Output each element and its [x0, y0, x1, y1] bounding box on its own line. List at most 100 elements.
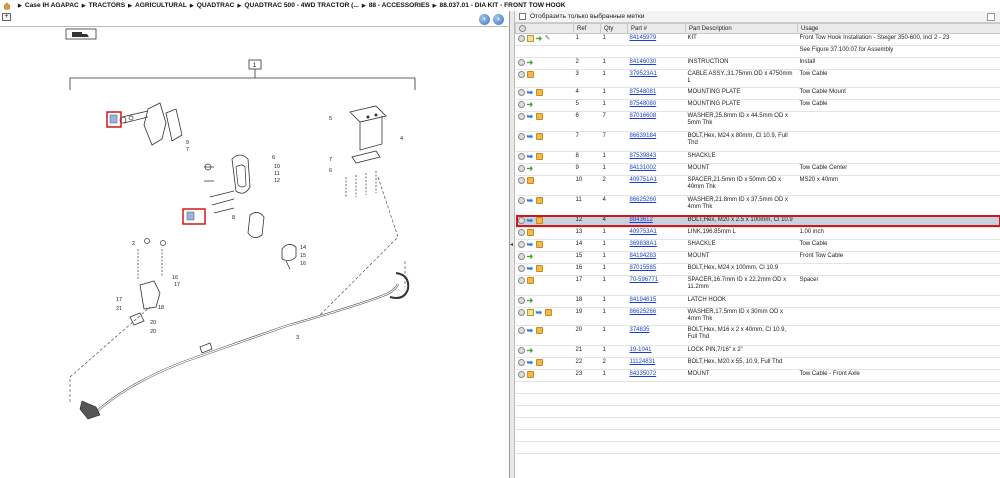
- gear-icon[interactable]: [517, 308, 525, 316]
- gear-icon[interactable]: [517, 228, 525, 236]
- table-row[interactable]: ➥ 12 4 8843612 BOLT,Hex, M20 x 2.5 x 100mm, …: [515, 215, 1000, 228]
- blue-arrow-icon[interactable]: ➥: [527, 132, 534, 140]
- part-number-link[interactable]: 86639184: [630, 133, 657, 139]
- breadcrumb-item[interactable]: Case IH AGAPAC: [25, 2, 79, 9]
- table-row[interactable]: ➜ 18 1 84194615 LATCH HOOK: [515, 295, 1000, 308]
- gear-icon[interactable]: [517, 370, 525, 378]
- table-row[interactable]: ➥ 14 1 369838A1 SHACKLE Tow Cable: [515, 239, 1000, 252]
- part-number-link[interactable]: 84335072: [630, 371, 657, 377]
- gear-icon[interactable]: [517, 276, 525, 284]
- gear-icon[interactable]: [517, 132, 525, 140]
- gear-icon[interactable]: [517, 88, 525, 96]
- part-number-link[interactable]: 87016608: [630, 113, 657, 119]
- gear-icon[interactable]: [517, 346, 525, 354]
- previous-page-icon[interactable]: ‹: [479, 14, 490, 25]
- breadcrumb-item[interactable]: QUADTRAC: [197, 2, 235, 9]
- box-icon[interactable]: [535, 216, 543, 224]
- gear-icon[interactable]: [517, 59, 525, 66]
- table-row[interactable]: 17 1 70-596771 SPACER,16.7mm ID x 22.2mm OD…: [515, 275, 1000, 296]
- part-number-link[interactable]: 84146030: [630, 59, 657, 65]
- grid-options-icon[interactable]: [987, 13, 995, 21]
- table-row[interactable]: ➥ 6 7 87016608 WASHER,25.8mm ID x 44.5mm OD …: [515, 111, 1000, 132]
- gear-icon[interactable]: [517, 252, 525, 260]
- blue-arrow-icon[interactable]: ➥: [527, 112, 534, 120]
- box-icon[interactable]: [535, 152, 543, 160]
- arrow-icon[interactable]: ➜: [527, 296, 534, 304]
- table-row[interactable]: ➜ 2 1 84146030 INSTRUCTION Install: [515, 57, 1000, 70]
- part-number-link[interactable]: 374835: [630, 327, 650, 333]
- header-part-description[interactable]: Part Description: [685, 23, 798, 34]
- blue-arrow-icon[interactable]: ➥: [527, 196, 534, 204]
- box-icon[interactable]: [526, 370, 534, 378]
- breadcrumb-item[interactable]: 88.037.01 - DIA KIT - FRONT TOW HOOK: [440, 2, 566, 9]
- gear-icon[interactable]: [517, 358, 525, 366]
- blue-arrow-icon[interactable]: ➥: [527, 88, 534, 96]
- breadcrumb-item[interactable]: AGRICULTURAL: [135, 2, 187, 9]
- box-icon[interactable]: [535, 240, 543, 248]
- part-number-link[interactable]: 84194283: [630, 253, 657, 259]
- table-row[interactable]: ➥ 11 4 86625260 WASHER,21.8mm ID x 37.5mm OD…: [515, 195, 1000, 216]
- box-icon[interactable]: [526, 276, 534, 284]
- gear-icon[interactable]: [517, 112, 525, 120]
- part-number-link[interactable]: 369838A1: [630, 241, 657, 247]
- part-number-link[interactable]: 87548081: [630, 89, 657, 95]
- table-row[interactable]: ➥ 19 1 86625266 WASHER,17.5mm ID x 30mm OD x…: [515, 307, 1000, 326]
- home-icon[interactable]: [3, 1, 11, 10]
- header-qty[interactable]: Qty: [600, 23, 628, 34]
- gear-icon[interactable]: [517, 71, 525, 78]
- box-icon[interactable]: [535, 326, 543, 334]
- gear-icon[interactable]: [517, 176, 525, 184]
- box-icon[interactable]: [526, 228, 534, 236]
- gear-icon[interactable]: [517, 326, 525, 334]
- table-row[interactable]: ➥ 16 1 87015585 BOLT,Hex, M24 x 100mm, Cl 10…: [515, 263, 1000, 276]
- part-number-link[interactable]: 84145979: [630, 35, 657, 41]
- arrow-icon[interactable]: ➜: [527, 59, 534, 67]
- box-icon[interactable]: [526, 71, 534, 78]
- part-number-link[interactable]: 409753A1: [630, 229, 657, 235]
- table-row[interactable]: ➥ 8 1 87539843 SHACKLE: [515, 151, 1000, 164]
- box-icon[interactable]: [535, 112, 543, 120]
- box-icon[interactable]: [535, 88, 543, 96]
- part-number-link[interactable]: 87015585: [630, 265, 657, 271]
- arrow-icon[interactable]: ➜: [527, 164, 534, 172]
- breadcrumb-item[interactable]: TRACTORS: [89, 2, 126, 9]
- blue-arrow-icon[interactable]: ➥: [527, 326, 534, 334]
- breadcrumb-item[interactable]: QUADTRAC 500 - 4WD TRACTOR (...: [244, 2, 359, 9]
- table-row[interactable]: 3 1 379523A1 CABLE ASSY.,31.75mm OD x 4750m…: [515, 69, 1000, 88]
- header-settings[interactable]: [515, 23, 574, 34]
- gear-icon[interactable]: [517, 100, 525, 108]
- part-number-link[interactable]: 70-596771: [630, 277, 659, 283]
- header-usage[interactable]: Usage: [797, 23, 1000, 34]
- blue-arrow-icon[interactable]: ➥: [527, 240, 534, 248]
- part-number-link[interactable]: 86625260: [630, 197, 657, 203]
- doc-icon[interactable]: [526, 308, 534, 316]
- table-row[interactable]: ➜ 9 1 84131002 MOUNT Tow Cable Center: [515, 163, 1000, 176]
- box-icon[interactable]: [544, 308, 552, 316]
- table-row[interactable]: 10 2 409751A1 SPACER,21.5mm ID x 50mm OD x …: [515, 175, 1000, 196]
- settings-icon[interactable]: [519, 24, 526, 32]
- parts-diagram[interactable]: 1 97 6101112 8 576 4 141516 21617 1721 1…: [0, 27, 510, 478]
- part-number-link[interactable]: 86625266: [630, 309, 657, 315]
- table-row[interactable]: ➜ 21 1 19-1041 LOCK PIN,7/16" x 2": [515, 345, 1000, 358]
- gear-icon[interactable]: [517, 264, 525, 272]
- box-icon[interactable]: [535, 196, 543, 204]
- part-number-link[interactable]: 8843612: [630, 217, 653, 223]
- part-number-link[interactable]: 11124831: [630, 359, 656, 365]
- gear-icon[interactable]: [517, 196, 525, 204]
- table-row[interactable]: ➥ 22 2 11124831 BOLT,Hex, M20 x 55, 10.9, Fu…: [515, 357, 1000, 370]
- arrow-icon[interactable]: ➜: [536, 35, 543, 43]
- box-icon[interactable]: [535, 264, 543, 272]
- doc-icon[interactable]: [526, 35, 534, 42]
- part-number-link[interactable]: 84194615: [630, 297, 657, 303]
- next-page-icon[interactable]: ›: [493, 14, 504, 25]
- table-row[interactable]: ➥ 20 1 374835 BOLT,Hex, M16 x 2 x 40mm, Cl 1…: [515, 325, 1000, 346]
- part-number-link[interactable]: 379523A1: [630, 71, 657, 77]
- arrow-icon[interactable]: ➜: [527, 252, 534, 260]
- table-row[interactable]: ➜ 5 1 87548080 MOUNTING PLATE Tow Cable: [515, 99, 1000, 112]
- arrow-icon[interactable]: ➜: [527, 100, 534, 108]
- gear-icon[interactable]: [517, 216, 525, 224]
- breadcrumb-item[interactable]: 88 - ACCESSORIES: [369, 2, 430, 9]
- box-icon[interactable]: [535, 358, 543, 366]
- part-number-link[interactable]: 87539843: [630, 153, 657, 159]
- zoom-icon[interactable]: +: [2, 13, 11, 21]
